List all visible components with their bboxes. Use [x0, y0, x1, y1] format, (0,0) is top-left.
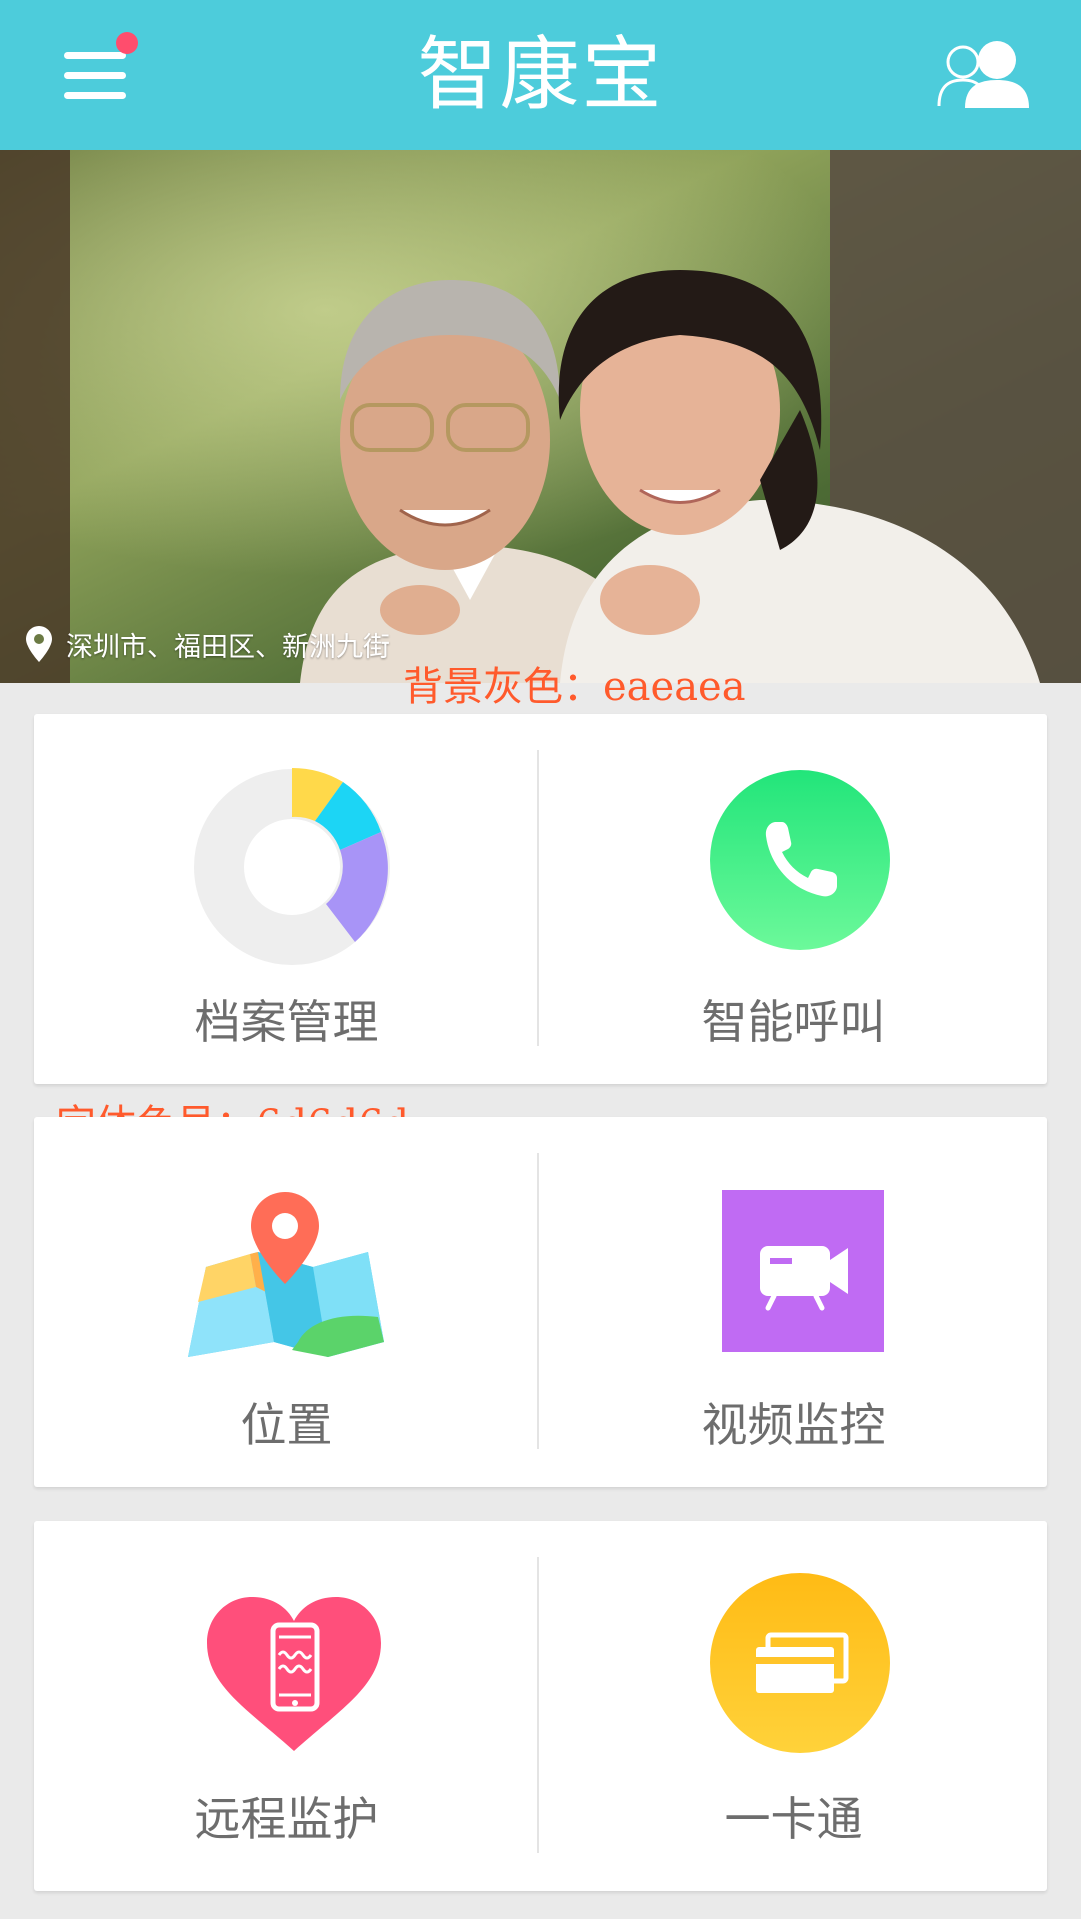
function-card-1: 档案管理 智能呼叫	[34, 714, 1047, 1084]
location-bar: 深圳市、福田区、新洲九街	[26, 622, 390, 666]
cards-icon	[710, 1573, 890, 1753]
menu-button[interactable]	[60, 32, 138, 112]
donut-chart-icon	[194, 767, 390, 965]
tile-video-monitoring[interactable]: 视频监控	[541, 1117, 1046, 1487]
top-bar: 智康宝	[0, 0, 1081, 150]
map-location-icon	[188, 1192, 384, 1357]
phone-call-icon	[710, 770, 890, 950]
background-color-note: 背景灰色：eaeaea	[403, 664, 746, 710]
app-title: 智康宝	[417, 28, 664, 121]
tile-remote-monitoring[interactable]: 远程监护	[34, 1521, 539, 1891]
tile-one-card[interactable]: 一卡通	[541, 1521, 1046, 1891]
tile-label: 视频监控	[701, 1398, 886, 1452]
tile-label: 位置	[240, 1398, 333, 1452]
tile-location[interactable]: 位置	[34, 1117, 539, 1487]
hero-banner[interactable]: 深圳市、福田区、新洲九街	[0, 150, 1081, 683]
function-card-2: 位置 视频监控	[34, 1117, 1047, 1487]
tile-records-management[interactable]: 档案管理	[34, 714, 539, 1084]
tile-smart-call[interactable]: 智能呼叫	[541, 714, 1046, 1084]
tile-label: 档案管理	[194, 995, 379, 1049]
video-camera-icon	[722, 1190, 884, 1352]
tile-label: 远程监护	[194, 1792, 379, 1846]
heart-phone-icon	[207, 1597, 381, 1751]
function-card-3: 远程监护 一卡通	[34, 1521, 1047, 1891]
tile-label: 一卡通	[724, 1792, 863, 1846]
tile-label: 智能呼叫	[701, 995, 886, 1049]
map-pin-icon	[26, 626, 52, 662]
notification-badge	[116, 32, 138, 54]
location-text: 深圳市、福田区、新洲九街	[66, 631, 390, 663]
user-button[interactable]	[935, 36, 1035, 116]
users-icon	[937, 41, 1029, 108]
photo-elderly-couple	[0, 150, 1081, 683]
